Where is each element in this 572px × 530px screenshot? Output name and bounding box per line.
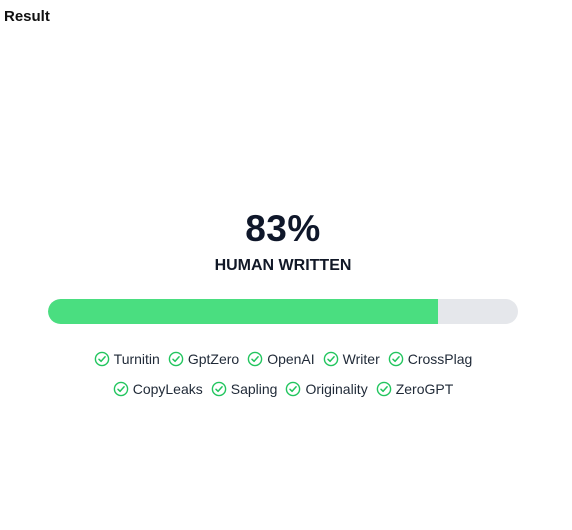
check-circle-icon <box>323 351 343 367</box>
detector-label: ZeroGPT <box>395 381 454 397</box>
detector-zerogpt: ZeroGPT <box>376 381 454 397</box>
check-circle-icon <box>94 351 114 367</box>
detector-sapling: Sapling <box>211 381 278 397</box>
detector-turnitin: Turnitin <box>94 351 160 367</box>
detector-gptzero: GptZero <box>168 351 239 367</box>
detector-copyleaks: CopyLeaks <box>113 381 203 397</box>
detector-label: CrossPlag <box>407 351 473 367</box>
detector-row-2: CopyLeaks Sapling Originality ZeroGPT <box>0 378 566 400</box>
detector-label: Writer <box>342 351 380 367</box>
detector-label: Originality <box>305 381 368 397</box>
score-progress-fill <box>48 299 439 324</box>
detector-label: GptZero <box>187 351 240 367</box>
result-panel: Result 83% HUMAN WRITTEN Turnitin GptZer… <box>0 0 572 530</box>
check-circle-icon <box>388 351 408 367</box>
check-circle-icon <box>168 351 188 367</box>
detector-label: CopyLeaks <box>132 381 203 397</box>
result-heading: Result <box>4 8 50 25</box>
detector-originality: Originality <box>285 381 368 397</box>
detector-row-1: Turnitin GptZero OpenAI Writer CrossPlag <box>0 348 566 370</box>
detector-list: Turnitin GptZero OpenAI Writer CrossPlag <box>0 348 566 408</box>
detector-label: Turnitin <box>113 351 160 367</box>
detector-openai: OpenAI <box>247 351 315 367</box>
check-circle-icon <box>285 381 305 397</box>
check-circle-icon <box>376 381 396 397</box>
check-circle-icon <box>113 381 133 397</box>
detector-crossplag: CrossPlag <box>388 351 473 367</box>
check-circle-icon <box>247 351 267 367</box>
verdict-label: HUMAN WRITTEN <box>214 257 352 274</box>
detector-writer: Writer <box>323 351 380 367</box>
score-progress-bar <box>48 299 518 324</box>
detector-label: OpenAI <box>267 351 315 367</box>
check-circle-icon <box>211 381 231 397</box>
detector-label: Sapling <box>230 381 278 397</box>
human-score-percentage: 83% <box>245 208 321 249</box>
